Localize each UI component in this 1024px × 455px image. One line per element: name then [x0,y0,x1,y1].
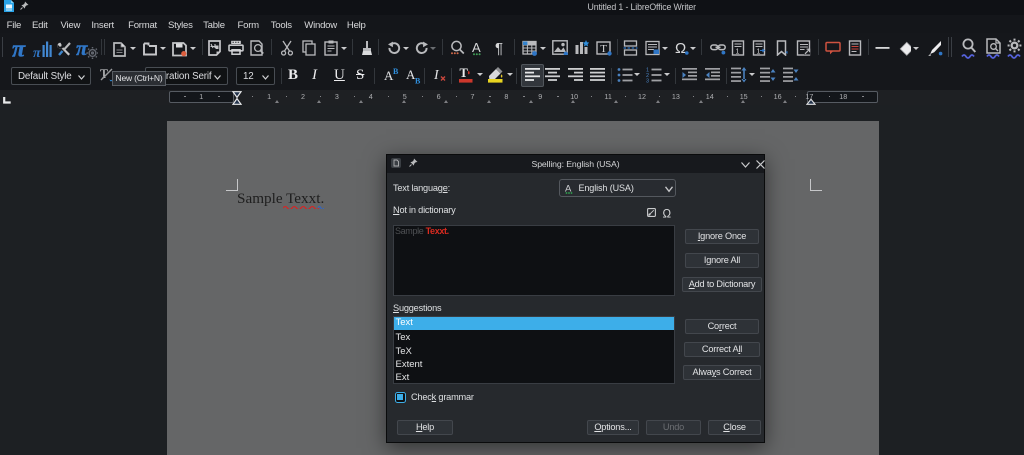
svg-text:I: I [433,68,440,83]
svg-text:B: B [415,77,421,85]
svg-text:¶: ¶ [495,40,503,56]
svg-text:1: 1 [757,48,761,55]
svg-text:π: π [33,46,41,58]
svg-text:π: π [76,40,88,59]
svg-text:π: π [12,40,26,58]
svg-text:T: T [600,43,607,55]
svg-text:B: B [393,67,399,76]
svg-text:A: A [472,40,481,55]
svg-text:Ω: Ω [663,208,672,219]
svg-text:1: 1 [736,48,740,55]
svg-text:T: T [460,66,469,80]
svg-text:3: 3 [646,79,649,83]
svg-text:Ω: Ω [675,40,686,56]
